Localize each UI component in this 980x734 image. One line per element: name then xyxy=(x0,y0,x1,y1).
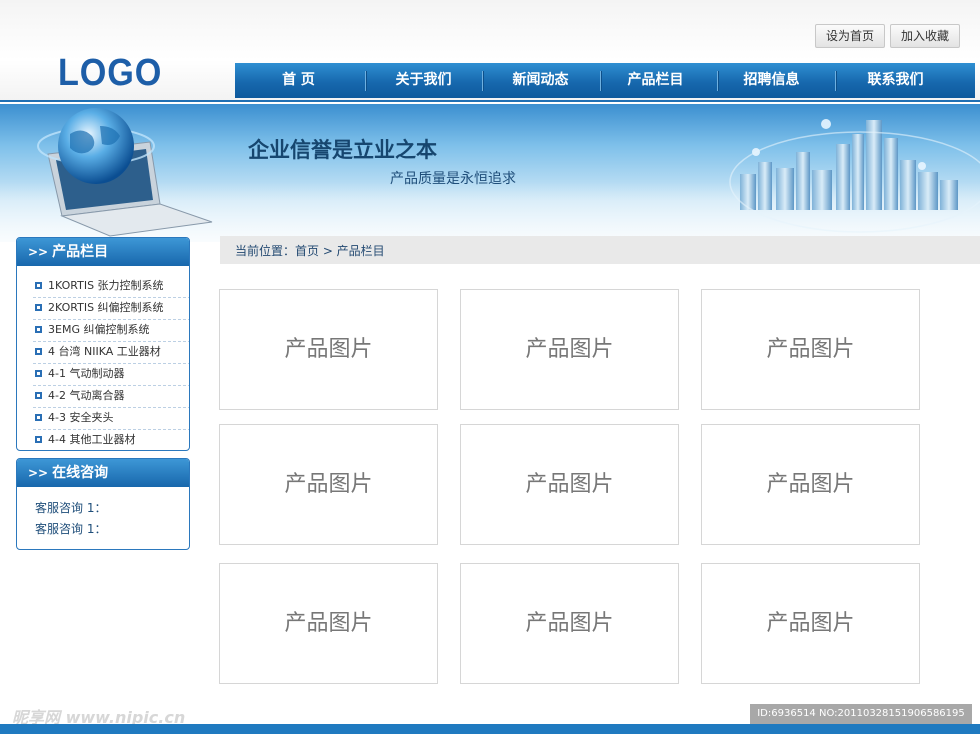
nav-products[interactable]: 产品栏目 xyxy=(597,63,714,98)
sidebar-products-header: >> 产品栏目 xyxy=(17,238,189,266)
bullet-icon xyxy=(35,436,42,443)
product-image-placeholder: 产品图片 xyxy=(766,337,855,362)
product-image-placeholder: 产品图片 xyxy=(525,472,614,497)
sidebar-consult-box: >> 在线咨询 客服咨询 1： 客服咨询 1： xyxy=(16,458,190,550)
globe-icon xyxy=(58,108,134,184)
banner: 企业信誉是立业之本 产品质量是永恒追求 xyxy=(0,104,980,242)
product-category-label: 4-2 气动离合器 xyxy=(48,389,125,402)
product-card[interactable]: 产品图片 xyxy=(219,289,438,410)
product-category-item[interactable]: 4 台湾 NIIKA 工业器材 xyxy=(33,342,189,364)
product-category-list: 1KORTIS 张力控制系统 2KORTIS 纠偏控制系统 3EMG 纠偏控制系… xyxy=(33,276,189,450)
product-image-placeholder: 产品图片 xyxy=(766,611,855,636)
sidebar-consult-header: >> 在线咨询 xyxy=(17,459,189,487)
nav-contact[interactable]: 联系我们 xyxy=(837,63,954,98)
product-image-placeholder: 产品图片 xyxy=(284,611,373,636)
product-category-item[interactable]: 1KORTIS 张力控制系统 xyxy=(33,276,189,298)
product-category-item[interactable]: 4-1 气动制动器 xyxy=(33,364,189,386)
sidebar-products-box: >> 产品栏目 1KORTIS 张力控制系统 2KORTIS 纠偏控制系统 3EM… xyxy=(16,237,190,451)
product-category-item[interactable]: 4-4 其他工业器材 xyxy=(33,430,189,450)
nav-home[interactable]: 首 页 xyxy=(240,63,357,98)
product-image-placeholder: 产品图片 xyxy=(525,611,614,636)
product-category-item[interactable]: 2KORTIS 纠偏控制系统 xyxy=(33,298,189,320)
product-category-item[interactable]: 3EMG 纠偏控制系统 xyxy=(33,320,189,342)
footer-bar xyxy=(0,724,980,734)
product-category-label: 3EMG 纠偏控制系统 xyxy=(48,323,150,336)
product-category-label: 4-4 其他工业器材 xyxy=(48,433,136,446)
product-category-label: 4 台湾 NIIKA 工业器材 xyxy=(48,345,161,358)
product-card[interactable]: 产品图片 xyxy=(219,424,438,545)
logo[interactable]: LOGO xyxy=(58,52,162,95)
banner-title: 企业信誉是立业之本 xyxy=(248,138,437,162)
banner-subtitle: 产品质量是永恒追求 xyxy=(390,171,516,187)
main-nav: 首 页 关于我们 新闻动态 产品栏目 招聘信息 联系我们 xyxy=(235,63,975,98)
bullet-icon xyxy=(35,282,42,289)
product-category-item[interactable]: 4-2 气动离合器 xyxy=(33,386,189,408)
product-category-label: 1KORTIS 张力控制系统 xyxy=(48,279,164,292)
product-card[interactable]: 产品图片 xyxy=(460,424,679,545)
nav-jobs[interactable]: 招聘信息 xyxy=(713,63,830,98)
bullet-icon xyxy=(35,370,42,377)
bullet-icon xyxy=(35,392,42,399)
add-favorite-button[interactable]: 加入收藏 xyxy=(890,24,961,48)
product-card[interactable]: 产品图片 xyxy=(460,563,679,684)
product-image-placeholder: 产品图片 xyxy=(525,337,614,362)
product-card[interactable]: 产品图片 xyxy=(219,563,438,684)
bullet-icon xyxy=(35,348,42,355)
double-chevron-icon: >> xyxy=(28,466,49,480)
product-card[interactable]: 产品图片 xyxy=(460,289,679,410)
product-image-placeholder: 产品图片 xyxy=(766,472,855,497)
product-card[interactable]: 产品图片 xyxy=(701,289,920,410)
product-category-label: 2KORTIS 纠偏控制系统 xyxy=(48,301,164,314)
consult-link[interactable]: 客服咨询 1： xyxy=(35,520,106,537)
consult-link[interactable]: 客服咨询 1： xyxy=(35,499,106,516)
set-homepage-button[interactable]: 设为首页 xyxy=(815,24,886,48)
bullet-icon xyxy=(35,414,42,421)
breadcrumb: 当前位置：首页 > 产品栏目 xyxy=(235,244,385,258)
product-category-item[interactable]: 4-3 安全夹头 xyxy=(33,408,189,430)
bullet-icon xyxy=(35,326,42,333)
nav-about[interactable]: 关于我们 xyxy=(365,63,482,98)
product-category-label: 4-3 安全夹头 xyxy=(48,411,114,424)
product-image-placeholder: 产品图片 xyxy=(284,337,373,362)
sidebar-consult-title: 在线咨询 xyxy=(52,465,109,481)
product-image-placeholder: 产品图片 xyxy=(284,472,373,497)
product-card[interactable]: 产品图片 xyxy=(701,563,920,684)
watermark-id: ID:6936514 NO:20110328151906586195 xyxy=(750,704,972,724)
nav-news[interactable]: 新闻动态 xyxy=(482,63,599,98)
sidebar-products-title: 产品栏目 xyxy=(52,244,109,260)
product-card[interactable]: 产品图片 xyxy=(701,424,920,545)
bullet-icon xyxy=(35,304,42,311)
double-chevron-icon: >> xyxy=(28,245,49,259)
product-category-label: 4-1 气动制动器 xyxy=(48,367,125,380)
